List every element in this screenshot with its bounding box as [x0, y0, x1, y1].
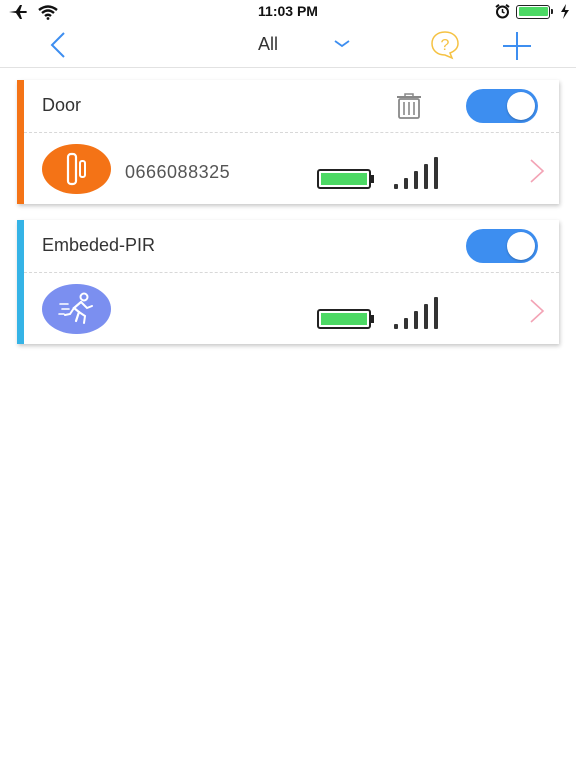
card-accent-bar — [17, 80, 24, 204]
device-battery-icon — [317, 169, 374, 189]
enable-toggle[interactable] — [466, 229, 538, 263]
signal-strength-icon — [394, 157, 438, 189]
alarm-icon — [495, 4, 510, 19]
chevron-right-icon[interactable] — [529, 298, 545, 324]
device-number: 0666088325 — [125, 162, 231, 182]
trash-icon[interactable] — [394, 92, 424, 120]
status-right — [495, 4, 570, 19]
status-bar: 11:03 PM — [0, 0, 576, 24]
filter-title[interactable]: All — [258, 34, 278, 55]
device-name: Door — [42, 95, 82, 115]
card-header: Embeded-PIR — [24, 220, 559, 273]
chevron-right-icon[interactable] — [529, 158, 545, 184]
card-accent-bar — [17, 220, 24, 344]
running-person-icon — [42, 284, 111, 334]
help-bubble-icon[interactable]: ? — [430, 30, 460, 60]
battery-icon — [516, 4, 553, 19]
card-header: Door — [24, 80, 559, 133]
nav-bar: All ? — [0, 24, 576, 68]
signal-strength-icon — [394, 297, 438, 329]
plus-icon[interactable] — [500, 29, 534, 63]
device-card-door[interactable]: Door 0666088325 — [17, 80, 559, 204]
device-name: Embeded-PIR — [42, 235, 156, 255]
door-sensor-icon — [42, 144, 111, 194]
status-time: 11:03 PM — [258, 3, 318, 19]
enable-toggle[interactable] — [466, 89, 538, 123]
chevron-down-icon[interactable] — [332, 34, 352, 54]
device-battery-icon — [317, 309, 374, 329]
charging-icon — [561, 4, 569, 19]
svg-text:?: ? — [441, 37, 450, 54]
device-card-pir[interactable]: Embeded-PIR — [17, 220, 559, 344]
chevron-left-icon[interactable] — [44, 30, 74, 60]
